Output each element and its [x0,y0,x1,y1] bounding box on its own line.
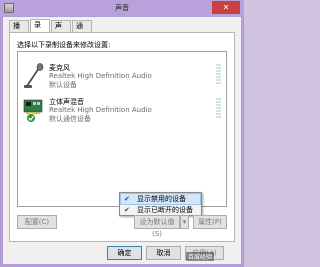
level-meter [216,98,221,120]
tab-playback[interactable]: 播放 [9,20,29,41]
device-list[interactable]: 麦克风 Realtek High Definition Audio 默认设备 立… [17,51,227,216]
menu-item-label: 显示禁用的设备 [137,195,186,203]
checkmark-icon: ✔ [124,195,130,203]
ok-button[interactable]: 确定 [107,246,142,260]
device-driver: Realtek High Definition Audio [49,106,152,114]
cancel-button[interactable]: 取消 [146,246,181,260]
tab-recording[interactable]: 录制 [30,19,50,40]
set-default-button[interactable]: 设为默认值(S) [134,215,180,238]
device-stereo-mix[interactable]: 立体声混音 Realtek High Definition Audio 默认通信… [18,94,226,128]
sound-card-icon [23,96,45,124]
properties-button[interactable]: 属性(P) [193,215,227,229]
device-status: 默认通信设备 [49,115,91,123]
device-microphone[interactable]: 麦克风 Realtek High Definition Audio 默认设备 [18,60,226,94]
configure-button[interactable]: 配置(C) [17,215,57,229]
window-title: 声音 [115,4,129,12]
menu-item-show-disabled[interactable]: ✔ 显示禁用的设备 [120,193,201,205]
close-button[interactable]: ✕ [212,1,240,14]
set-default-dropdown[interactable]: ▾ [180,215,189,229]
dialog-client-area: 播放 录制 声音 通信 选择以下录制设备来修改设置: 麦克风 Real [3,17,241,264]
watermark-text: 百度经验 [186,252,215,261]
level-meter [216,64,221,86]
checkmark-icon: ✔ [124,206,130,214]
title-bar[interactable]: 声音 ✕ [0,0,244,16]
tab-communications[interactable]: 通信 [72,20,92,41]
device-status: 默认设备 [49,81,77,89]
tab-sounds[interactable]: 声音 [51,20,71,41]
device-button-row: 配置(C) 设为默认值(S) ▾ 属性(P) [17,215,227,238]
menu-item-label: 显示已断开的设备 [137,206,193,214]
microphone-icon [23,62,45,90]
instruction-text: 选择以下录制设备来修改设置: [17,41,111,49]
recording-panel: 选择以下录制设备来修改设置: 麦克风 Realtek High Definiti… [9,32,235,242]
menu-item-show-disconnected[interactable]: ✔ 显示已断开的设备 [121,205,200,215]
context-menu: ✔ 显示禁用的设备 ✔ 显示已断开的设备 [119,192,202,216]
sound-dialog-window: 声音 ✕ 播放 录制 声音 通信 选择以下录制设备来修改设置: [0,0,244,267]
device-driver: Realtek High Definition Audio [49,72,152,80]
